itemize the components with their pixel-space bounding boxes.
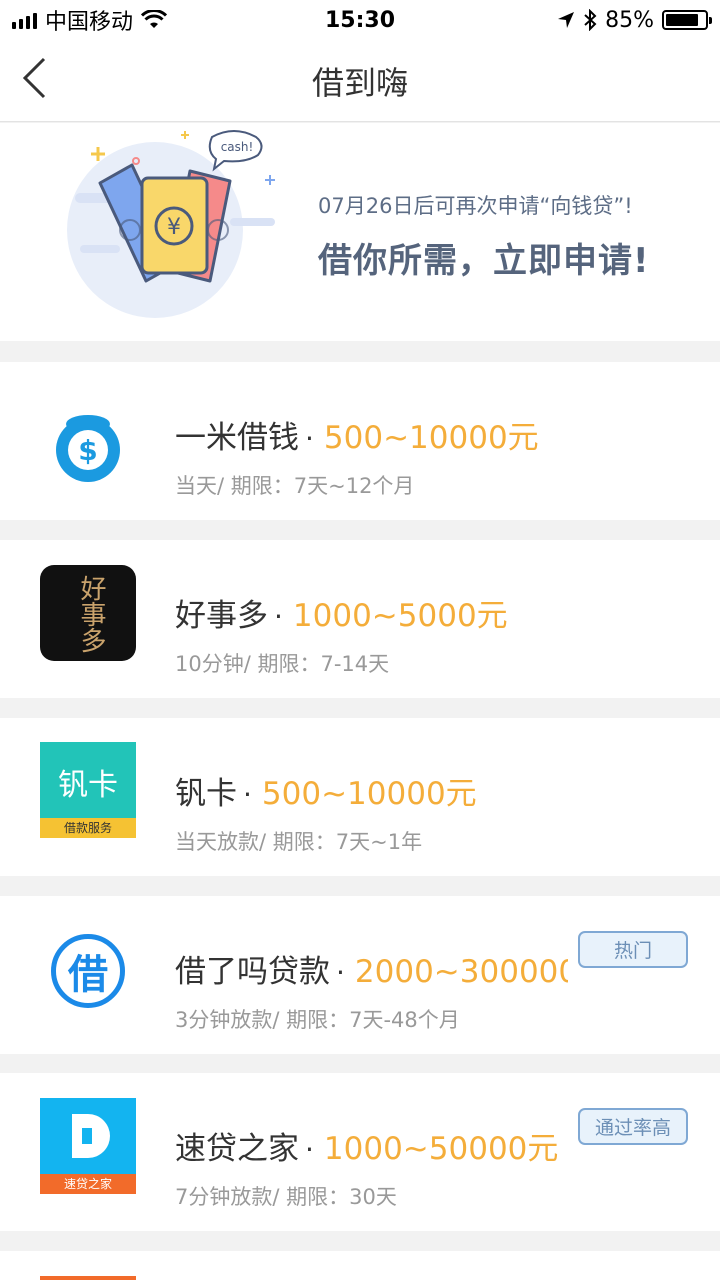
- hot-badge: 热门: [578, 931, 688, 968]
- tickets-illustration: ¥ cash!: [67, 130, 275, 318]
- lender-title-row: 一米借钱 · 500~10000元: [175, 412, 539, 457]
- haoshiduo-logo: 好事多: [40, 565, 136, 661]
- nav-bar: 借到嗨: [0, 40, 720, 122]
- status-bar: 中国移动 15:30 85%: [0, 0, 720, 40]
- pass-rate-badge: 通过率高: [578, 1108, 688, 1145]
- banner-subtitle: 07月26日后可再次申请“向钱贷”!: [318, 194, 633, 218]
- lender-amount: 1000~5000元: [292, 598, 508, 634]
- lender-card-yimi[interactable]: $ 一米借钱 · 500~10000元 当天/ 期限：7天~12个月: [0, 362, 720, 520]
- lender-detail: 7分钟放款/ 期限：30天: [175, 1185, 397, 1209]
- page-title: 借到嗨: [311, 63, 408, 102]
- lender-title-row: 钒卡 · 500~10000元: [175, 768, 477, 813]
- jielema-logo-text: 借: [68, 952, 108, 998]
- lender-amount: 500~10000元: [323, 420, 539, 456]
- lender-name: 速贷之家: [175, 1131, 299, 1167]
- lender-amount: 2000~300000元: [354, 954, 568, 990]
- status-right: 85%: [557, 7, 712, 33]
- promo-banner[interactable]: ¥ cash! 07月26日后可再次申请“向钱贷”! 借你所需，立即申请!: [0, 123, 720, 341]
- sudaizhijia-logo-subtext: 速贷之家: [40, 1174, 136, 1194]
- lender-card-jielema[interactable]: 借 借了吗贷款· 2000~300000元 热门 3分钟放款/ 期限：7天-48…: [0, 896, 720, 1054]
- lender-title-row: 速贷之家 · 1000~50000元: [175, 1123, 558, 1168]
- cash-bubble-text: cash!: [221, 140, 254, 154]
- fanka-logo: 钒卡 借款服务: [40, 742, 136, 838]
- lender-detail: 3分钟放款/ 期限：7天-48个月: [175, 1008, 460, 1032]
- lender-amount: 1000~50000元: [323, 1131, 559, 1167]
- lender-name: 好事多: [175, 598, 268, 634]
- lender-title-row: 好事多 · 1000~5000元: [175, 590, 508, 635]
- svg-text:$: $: [78, 434, 97, 467]
- lender-name: 一米借钱: [175, 420, 299, 456]
- location-icon: [558, 12, 575, 28]
- status-left: 中国移动: [12, 4, 168, 36]
- lender-detail: 当天/ 期限：7天~12个月: [175, 474, 415, 498]
- lender-card-partial[interactable]: [0, 1251, 720, 1280]
- carrier-label: 中国移动: [45, 10, 134, 35]
- battery-fill: [666, 14, 699, 26]
- wifi-icon: [141, 10, 168, 28]
- partial-logo: [40, 1276, 136, 1280]
- lender-card-fanka[interactable]: 钒卡 借款服务 钒卡 · 500~10000元 当天放款/ 期限：7天~1年: [0, 718, 720, 876]
- fanka-logo-text: 钒卡: [58, 768, 118, 803]
- battery-percent: 85%: [605, 7, 654, 33]
- lender-name: 借了吗贷款: [175, 954, 330, 990]
- sudaizhijia-logo: 速贷之家: [40, 1098, 136, 1194]
- banner-headline: 借你所需，立即申请!: [318, 241, 650, 281]
- back-chevron-icon: [22, 57, 46, 99]
- lender-detail: 当天放款/ 期限：7天~1年: [175, 830, 423, 854]
- back-button[interactable]: [22, 56, 62, 100]
- money-bag-icon: $: [56, 415, 120, 482]
- d-letter-icon: [72, 1114, 110, 1158]
- lender-card-haoshiduo[interactable]: 好事多 好事多 · 1000~5000元 10分钟/ 期限：7-14天: [0, 540, 720, 698]
- haoshiduo-logo-text: 好事多: [76, 575, 106, 653]
- lender-title-row: 借了吗贷款· 2000~300000元: [175, 946, 568, 991]
- lender-detail: 10分钟/ 期限：7-14天: [175, 652, 390, 676]
- lender-amount: 500~10000元: [261, 776, 477, 812]
- jielema-logo: 借: [51, 934, 125, 1008]
- battery-icon: [662, 10, 712, 30]
- signal-icon: [12, 11, 37, 29]
- bluetooth-icon: [584, 9, 597, 31]
- lender-card-sudaizhijia[interactable]: 速贷之家 速贷之家 · 1000~50000元 通过率高 7分钟放款/ 期限：30…: [0, 1073, 720, 1231]
- fanka-logo-subtext: 借款服务: [40, 818, 136, 838]
- lender-name: 钒卡: [175, 776, 237, 812]
- currency-symbol: ¥: [167, 215, 181, 240]
